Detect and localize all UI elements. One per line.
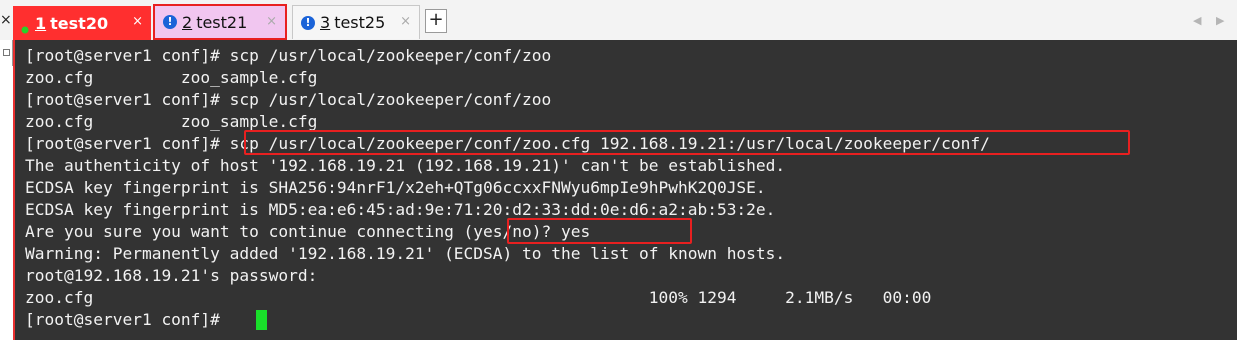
terminal-app-window: × 1 test20 × ! 2 test21 × ! 3 test25 × +… [0,0,1237,340]
tab-close-icon[interactable]: × [400,14,411,30]
scroll-left-arrow-icon[interactable]: ◀ [1193,14,1201,27]
panel-restore-control[interactable] [0,40,13,66]
tab-close-icon[interactable]: × [266,14,277,30]
terminal-line: ECDSA key fingerprint is SHA256:94nrF1/x… [25,178,766,197]
terminal-line: Warning: Permanently added '192.168.19.2… [25,244,786,263]
tab-number: 1 [35,13,47,33]
green-dot-icon [21,19,29,34]
tab-bar: × 1 test20 × ! 2 test21 × ! 3 test25 × +… [0,0,1237,41]
square-icon [3,49,10,56]
terminal-line: [root@server1 conf]# scp /usr/local/zook… [25,46,552,65]
tab-label: test20 [50,13,109,33]
tab-close-icon[interactable]: × [132,14,143,30]
tab-number: 2 [182,12,193,32]
tab-test20[interactable]: 1 test20 × [13,6,151,40]
tab-test21[interactable]: ! 2 test21 × [153,4,287,40]
terminal-line: zoo.cfg zoo_sample.cfg [25,68,318,87]
tab-label: test25 [334,13,386,32]
add-tab-button[interactable]: + [425,9,447,33]
terminal-output[interactable]: [root@server1 conf]# scp /usr/local/zook… [13,40,1237,340]
terminal-line: Are you sure you want to continue connec… [25,222,591,241]
scroll-right-arrow-icon[interactable]: ▶ [1216,14,1224,27]
terminal-cursor [256,310,267,330]
terminal-line: root@192.168.19.21's password: [25,266,318,285]
tab-label: test21 [196,12,248,32]
terminal-line: [root@server1 conf]# scp /usr/local/zook… [25,90,552,109]
close-icon[interactable]: × [0,12,12,28]
command-highlight-box [244,130,1130,155]
info-icon: ! [301,15,315,30]
terminal-line: [root@server1 conf]# [25,310,230,329]
tab-test25[interactable]: ! 3 test25 × [292,5,420,39]
tab-number: 3 [320,13,331,32]
yes-no-highlight-box [507,218,692,244]
terminal-line: The authenticity of host '192.168.19.21 … [25,156,786,175]
terminal-line: zoo.cfg 100% 1294 2.1MB/s 00:00 [25,288,932,307]
info-icon: ! [163,15,177,29]
